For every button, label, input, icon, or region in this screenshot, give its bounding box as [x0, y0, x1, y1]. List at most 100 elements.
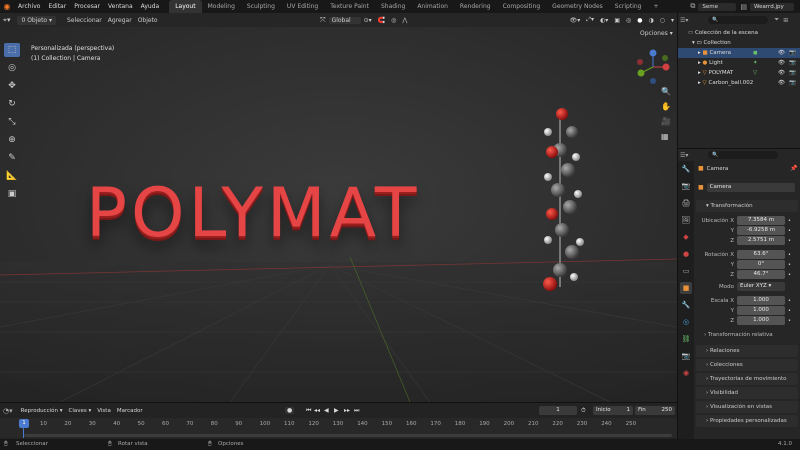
add-cube-icon[interactable]: ▣: [4, 187, 20, 201]
add-workspace-icon[interactable]: +: [647, 0, 664, 13]
shading-wireframe-icon[interactable]: ◎: [623, 17, 634, 24]
gizmo-x-icon[interactable]: [662, 63, 670, 71]
shading-options-icon[interactable]: ▾: [668, 17, 677, 24]
scale-y-field[interactable]: 1.000: [737, 306, 785, 315]
menu-objeto[interactable]: Objeto: [135, 17, 161, 24]
keyframe-dot-icon[interactable]: •: [788, 262, 791, 268]
workspace-tab-animation[interactable]: Animation: [411, 0, 454, 13]
mode-selector[interactable]: 0 Objeto ▾: [17, 15, 57, 25]
menu-claves[interactable]: Claves ▾: [69, 408, 92, 414]
delta-transform-header[interactable]: › Transformación relativa: [704, 332, 773, 338]
scene-tab-icon[interactable]: ◆: [680, 231, 692, 243]
menu-archivo[interactable]: Archivo: [14, 0, 44, 13]
viewport-display-panel-header[interactable]: › Visualización en vistas: [696, 401, 798, 413]
workspace-tab-geometry-nodes[interactable]: Geometry Nodes: [546, 0, 609, 13]
menu-agregar[interactable]: Agregar: [105, 17, 135, 24]
scene-collection-row[interactable]: ▭ Colección de la escena: [678, 28, 800, 38]
world-tab-icon[interactable]: ●: [680, 248, 692, 260]
physics-tab-icon[interactable]: ◎: [680, 316, 692, 328]
frame-start-field[interactable]: Inicio 1: [593, 406, 633, 415]
render-camera-icon[interactable]: 📷: [789, 68, 796, 78]
workspace-tab-uv-editing[interactable]: UV Editing: [281, 0, 324, 13]
transform-orientation-selector[interactable]: Global: [328, 16, 361, 24]
object-tab-icon[interactable]: ■: [680, 282, 692, 294]
keyframe-dot-icon[interactable]: •: [788, 238, 791, 244]
playhead[interactable]: 1: [19, 419, 29, 428]
filter-icon[interactable]: ⏷: [774, 16, 779, 24]
gizmo-neg-z-icon[interactable]: [650, 78, 656, 84]
keyframe-dot-icon[interactable]: •: [788, 228, 791, 234]
cursor-icon[interactable]: ◎: [4, 61, 20, 75]
data-tab-icon[interactable]: 📷: [680, 350, 692, 362]
frame-end-field[interactable]: Fin 250: [635, 406, 675, 415]
outliner-row-camera[interactable]: ▸ ■ Camera ◼ 👁 📷: [678, 48, 800, 58]
render-camera-icon[interactable]: 📷: [789, 48, 796, 58]
navigation-gizmo[interactable]: [633, 47, 673, 87]
workspace-tab-rendering[interactable]: Rendering: [454, 0, 497, 13]
workspace-tab-layout[interactable]: Layout: [169, 0, 202, 13]
menu-ayuda[interactable]: Ayuda: [137, 0, 164, 13]
rotate-icon[interactable]: ↻: [4, 97, 20, 111]
camera-view-icon[interactable]: 🎥: [661, 117, 671, 126]
scale-icon[interactable]: ⤡: [4, 115, 20, 129]
motion-paths-panel-header[interactable]: › Trayectorias de movimiento: [696, 373, 798, 385]
timeline-scrubber[interactable]: 1 10 20 30 40 50 60 70 80 90 100 110 120 130 140 150 16…: [0, 418, 677, 438]
shading-material-icon[interactable]: ◑: [645, 17, 656, 24]
visibility-eye-icon[interactable]: 👁: [778, 58, 785, 68]
play-reverse-icon[interactable]: ◀: [324, 407, 329, 414]
outliner-type-icon[interactable]: ☰▾: [680, 17, 688, 24]
workspace-tab-texture-paint[interactable]: Texture Paint: [324, 0, 375, 13]
outliner-search-input[interactable]: 🔍: [708, 16, 769, 24]
3d-viewport[interactable]: POLYMAT Personalizada (perspectiva) (1) …: [0, 27, 677, 402]
carbon-ball-molecule[interactable]: [530, 102, 590, 302]
location-x-field[interactable]: 7.3584 m: [737, 216, 785, 225]
material-tab-icon[interactable]: ◉: [680, 367, 692, 379]
prev-keyframe-icon[interactable]: ◂◂: [314, 407, 320, 414]
view-layer-tab-icon[interactable]: 🖼: [680, 214, 692, 226]
record-icon[interactable]: ●: [285, 407, 295, 414]
render-camera-icon[interactable]: 📷: [789, 78, 796, 88]
menu-vista[interactable]: Vista: [97, 408, 111, 414]
pin-icon[interactable]: 📌: [790, 165, 797, 172]
rotation-mode-select[interactable]: Euler XYZ ▾: [737, 282, 785, 291]
scale-x-field[interactable]: 1.000: [737, 296, 785, 305]
workspace-tab-modeling[interactable]: Modeling: [202, 0, 241, 13]
collection-tab-icon[interactable]: ▭: [680, 265, 692, 277]
menu-editar[interactable]: Editar: [44, 0, 70, 13]
render-tab-icon[interactable]: 📷: [680, 180, 692, 192]
next-keyframe-icon[interactable]: ▸▸: [344, 407, 350, 414]
rotation-y-field[interactable]: 0°: [737, 260, 785, 269]
workspace-tab-scripting[interactable]: Scripting: [609, 0, 648, 13]
select-box-icon[interactable]: ⬚: [4, 43, 20, 57]
gizmo-neg-x-icon[interactable]: [637, 59, 643, 65]
outliner-row-light[interactable]: ▸ ● Light ✦ 👁 📷: [678, 58, 800, 68]
visibility-eye-icon[interactable]: 👁: [778, 78, 785, 88]
gizmo-z-icon[interactable]: [649, 49, 657, 57]
rotation-z-field[interactable]: 46.7°: [737, 270, 785, 279]
falloff-icon[interactable]: ⋀: [399, 17, 410, 24]
play-icon[interactable]: ▶: [334, 407, 339, 414]
rotation-x-field[interactable]: 63.6°: [737, 250, 785, 259]
shading-solid-icon[interactable]: ●: [634, 17, 645, 24]
keyframe-dot-icon[interactable]: •: [788, 218, 791, 224]
blender-logo-icon[interactable]: ◉: [0, 2, 14, 11]
orientation-icon[interactable]: ⤧: [317, 16, 329, 25]
gizmo-y-icon[interactable]: [637, 69, 645, 77]
menu-procesar[interactable]: Procesar: [70, 0, 104, 13]
location-y-field[interactable]: -6.9258 m: [737, 226, 785, 235]
xray-icon[interactable]: ▣: [611, 17, 623, 24]
options-button[interactable]: Opciones ▾: [640, 30, 673, 37]
workspace-tab-shading[interactable]: Shading: [375, 0, 411, 13]
output-tab-icon[interactable]: 🖨: [680, 197, 692, 209]
scene-selector[interactable]: Seme: [698, 2, 737, 11]
keyframe-dot-icon[interactable]: •: [788, 298, 791, 304]
move-icon[interactable]: ✥: [4, 79, 20, 93]
ortho-grid-icon[interactable]: ▦: [661, 132, 669, 141]
measure-icon[interactable]: 📐: [4, 169, 20, 183]
tool-tab-icon[interactable]: 🔧: [680, 163, 692, 175]
modifiers-tab-icon[interactable]: 🔧: [680, 299, 692, 311]
editor-type-icon[interactable]: ⌖▾: [0, 16, 13, 25]
workspace-tab-compositing[interactable]: Compositing: [497, 0, 547, 13]
keyframe-dot-icon[interactable]: •: [788, 308, 791, 314]
polymat-3d-text[interactable]: POLYMAT: [86, 180, 420, 248]
